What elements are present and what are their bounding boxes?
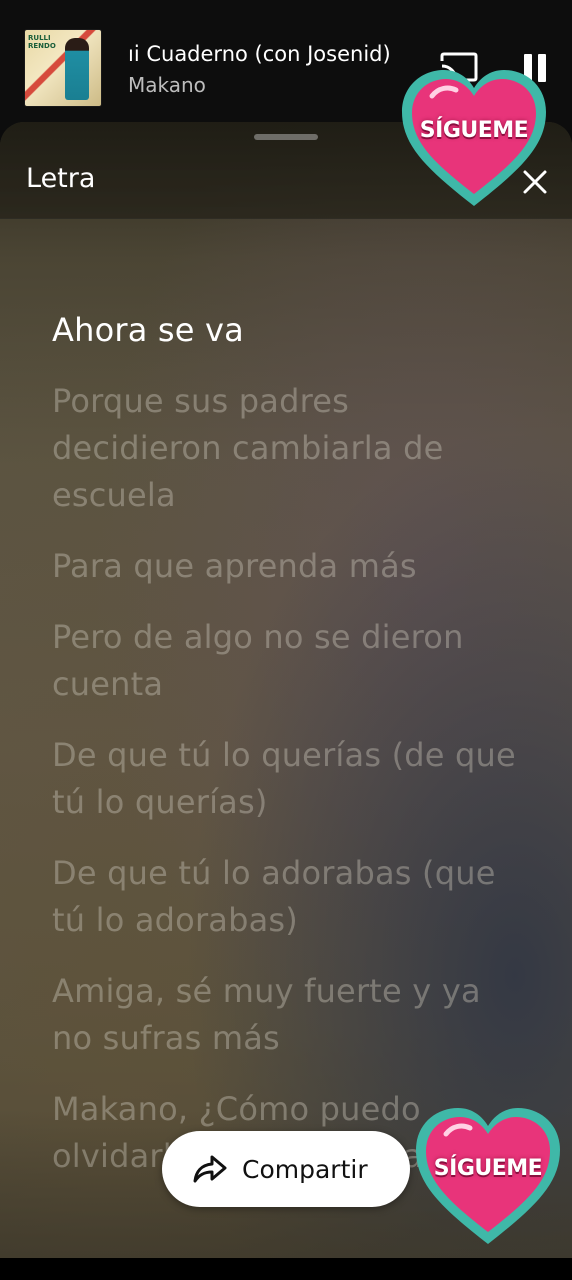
share-button[interactable]: Compartir [162, 1131, 410, 1207]
heart-sticker-top: SÍGUEME [398, 66, 550, 212]
lyric-line[interactable]: Ahora se va [52, 307, 522, 354]
system-nav-bar [0, 1258, 572, 1280]
lyric-line[interactable]: De que tú lo querías (de que tú lo querí… [52, 732, 522, 826]
lyric-line[interactable]: Para que aprenda más [52, 543, 522, 590]
lyric-line[interactable]: Porque sus padres decidieron cambiarla d… [52, 378, 522, 519]
album-art[interactable]: RULLI RENDO [25, 30, 101, 106]
heart-sticker-bottom: SÍGUEME [412, 1104, 564, 1250]
track-artist: Makano [128, 73, 206, 97]
sheet-title: Letra [26, 163, 96, 194]
lyric-line[interactable]: Pero de algo no se dieron cuenta [52, 614, 522, 708]
lyric-line[interactable]: Amiga, sé muy fuerte y ya no sufras más [52, 968, 522, 1062]
share-icon [193, 1155, 227, 1183]
drag-handle[interactable] [254, 134, 318, 140]
lyrics-list[interactable]: Ahora se va Porque sus padres decidieron … [52, 307, 522, 1204]
lyric-line[interactable]: De que tú lo adorabas (que tú lo adoraba… [52, 850, 522, 944]
track-title: ıi Cuaderno (con Josenid) [128, 42, 391, 66]
share-label: Compartir [242, 1154, 368, 1184]
sticker-label: SÍGUEME [419, 118, 529, 143]
album-art-text: RULLI RENDO [28, 34, 56, 50]
album-art-figure [65, 38, 89, 100]
sticker-label: SÍGUEME [433, 1156, 543, 1181]
